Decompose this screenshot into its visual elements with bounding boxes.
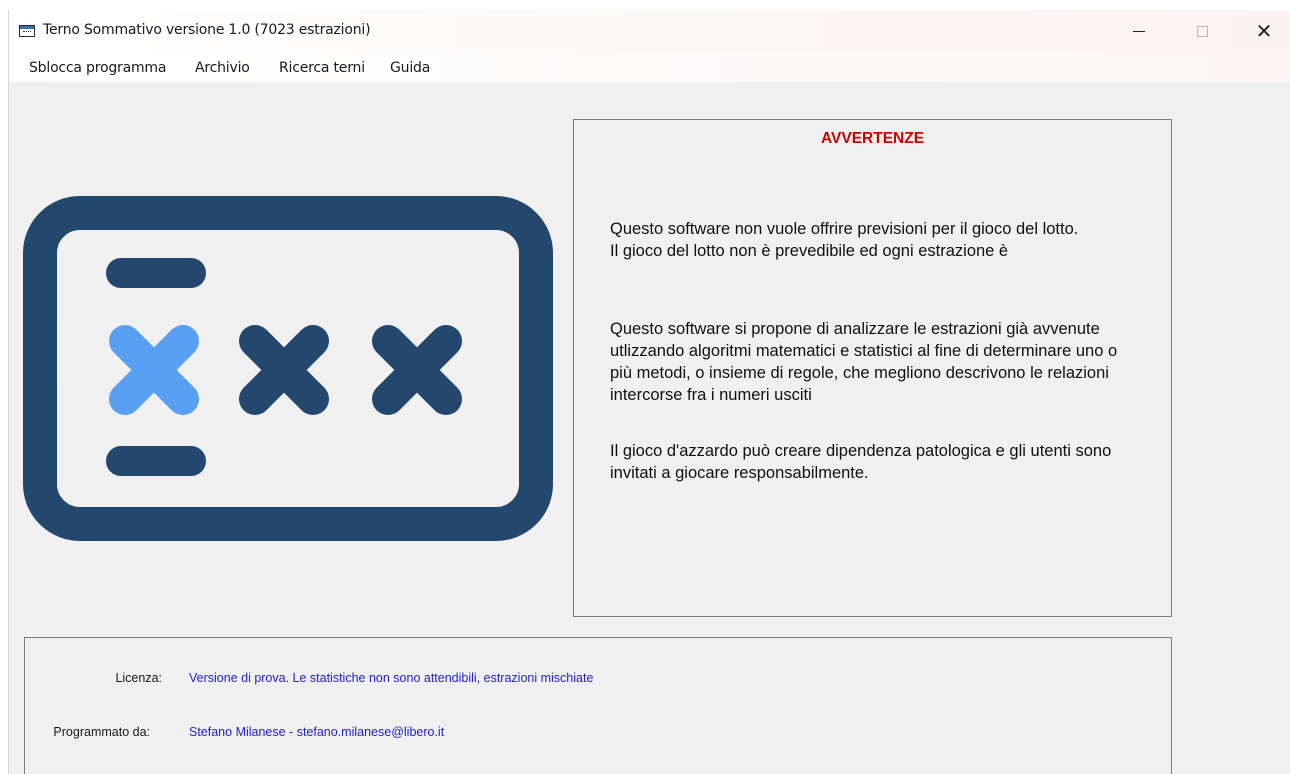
warning-paragraph-purpose: Questo software si propone di analizzare… [610, 320, 1118, 404]
author-label: Programmato da: [53, 725, 150, 739]
menu-sblocca-programma[interactable]: Sblocca programma [29, 60, 166, 76]
maximize-button[interactable] [1179, 10, 1225, 52]
minimize-button[interactable] [1116, 10, 1162, 52]
menu-guida[interactable]: Guida [390, 60, 430, 76]
info-panel: Licenza: Versione di prova. Le statistic… [24, 637, 1172, 774]
menu-ricerca-terni[interactable]: Ricerca terni [279, 60, 365, 76]
menu-bar: Sblocca programma Archivio Ricerca terni… [9, 52, 1290, 82]
title-bar[interactable]: Terno Sommativo versione 1.0 (7023 estra… [9, 10, 1290, 52]
license-label: Licenza: [115, 671, 162, 685]
logo-cross-right [372, 325, 462, 415]
warning-paragraph-prediction: Questo software non vuole offrire previs… [610, 220, 1079, 260]
logo-cross-middle [239, 325, 329, 415]
minimize-icon [1133, 30, 1145, 32]
app-icon[interactable] [19, 25, 35, 37]
app-window: Terno Sommativo versione 1.0 (7023 estra… [8, 10, 1290, 774]
license-value: Versione di prova. Le statistiche non so… [189, 671, 594, 685]
close-button[interactable]: ✕ [1241, 10, 1287, 52]
warning-paragraph-gambling: Il gioco d'azzardo può creare dipendenza… [610, 442, 1112, 482]
window-title: Terno Sommativo versione 1.0 (7023 estra… [43, 22, 371, 38]
maximize-icon [1196, 25, 1208, 37]
warnings-title: AVVERTENZE [820, 130, 925, 147]
terno-crosses-logo-icon [23, 196, 553, 541]
author-value: Stefano Milanese - stefano.milanese@libe… [189, 725, 445, 739]
logo-cross-highlight [109, 325, 199, 415]
close-icon: ✕ [1255, 19, 1273, 43]
menu-archivio[interactable]: Archivio [195, 60, 250, 76]
warnings-panel: AVVERTENZE Questo software non vuole off… [573, 119, 1172, 617]
